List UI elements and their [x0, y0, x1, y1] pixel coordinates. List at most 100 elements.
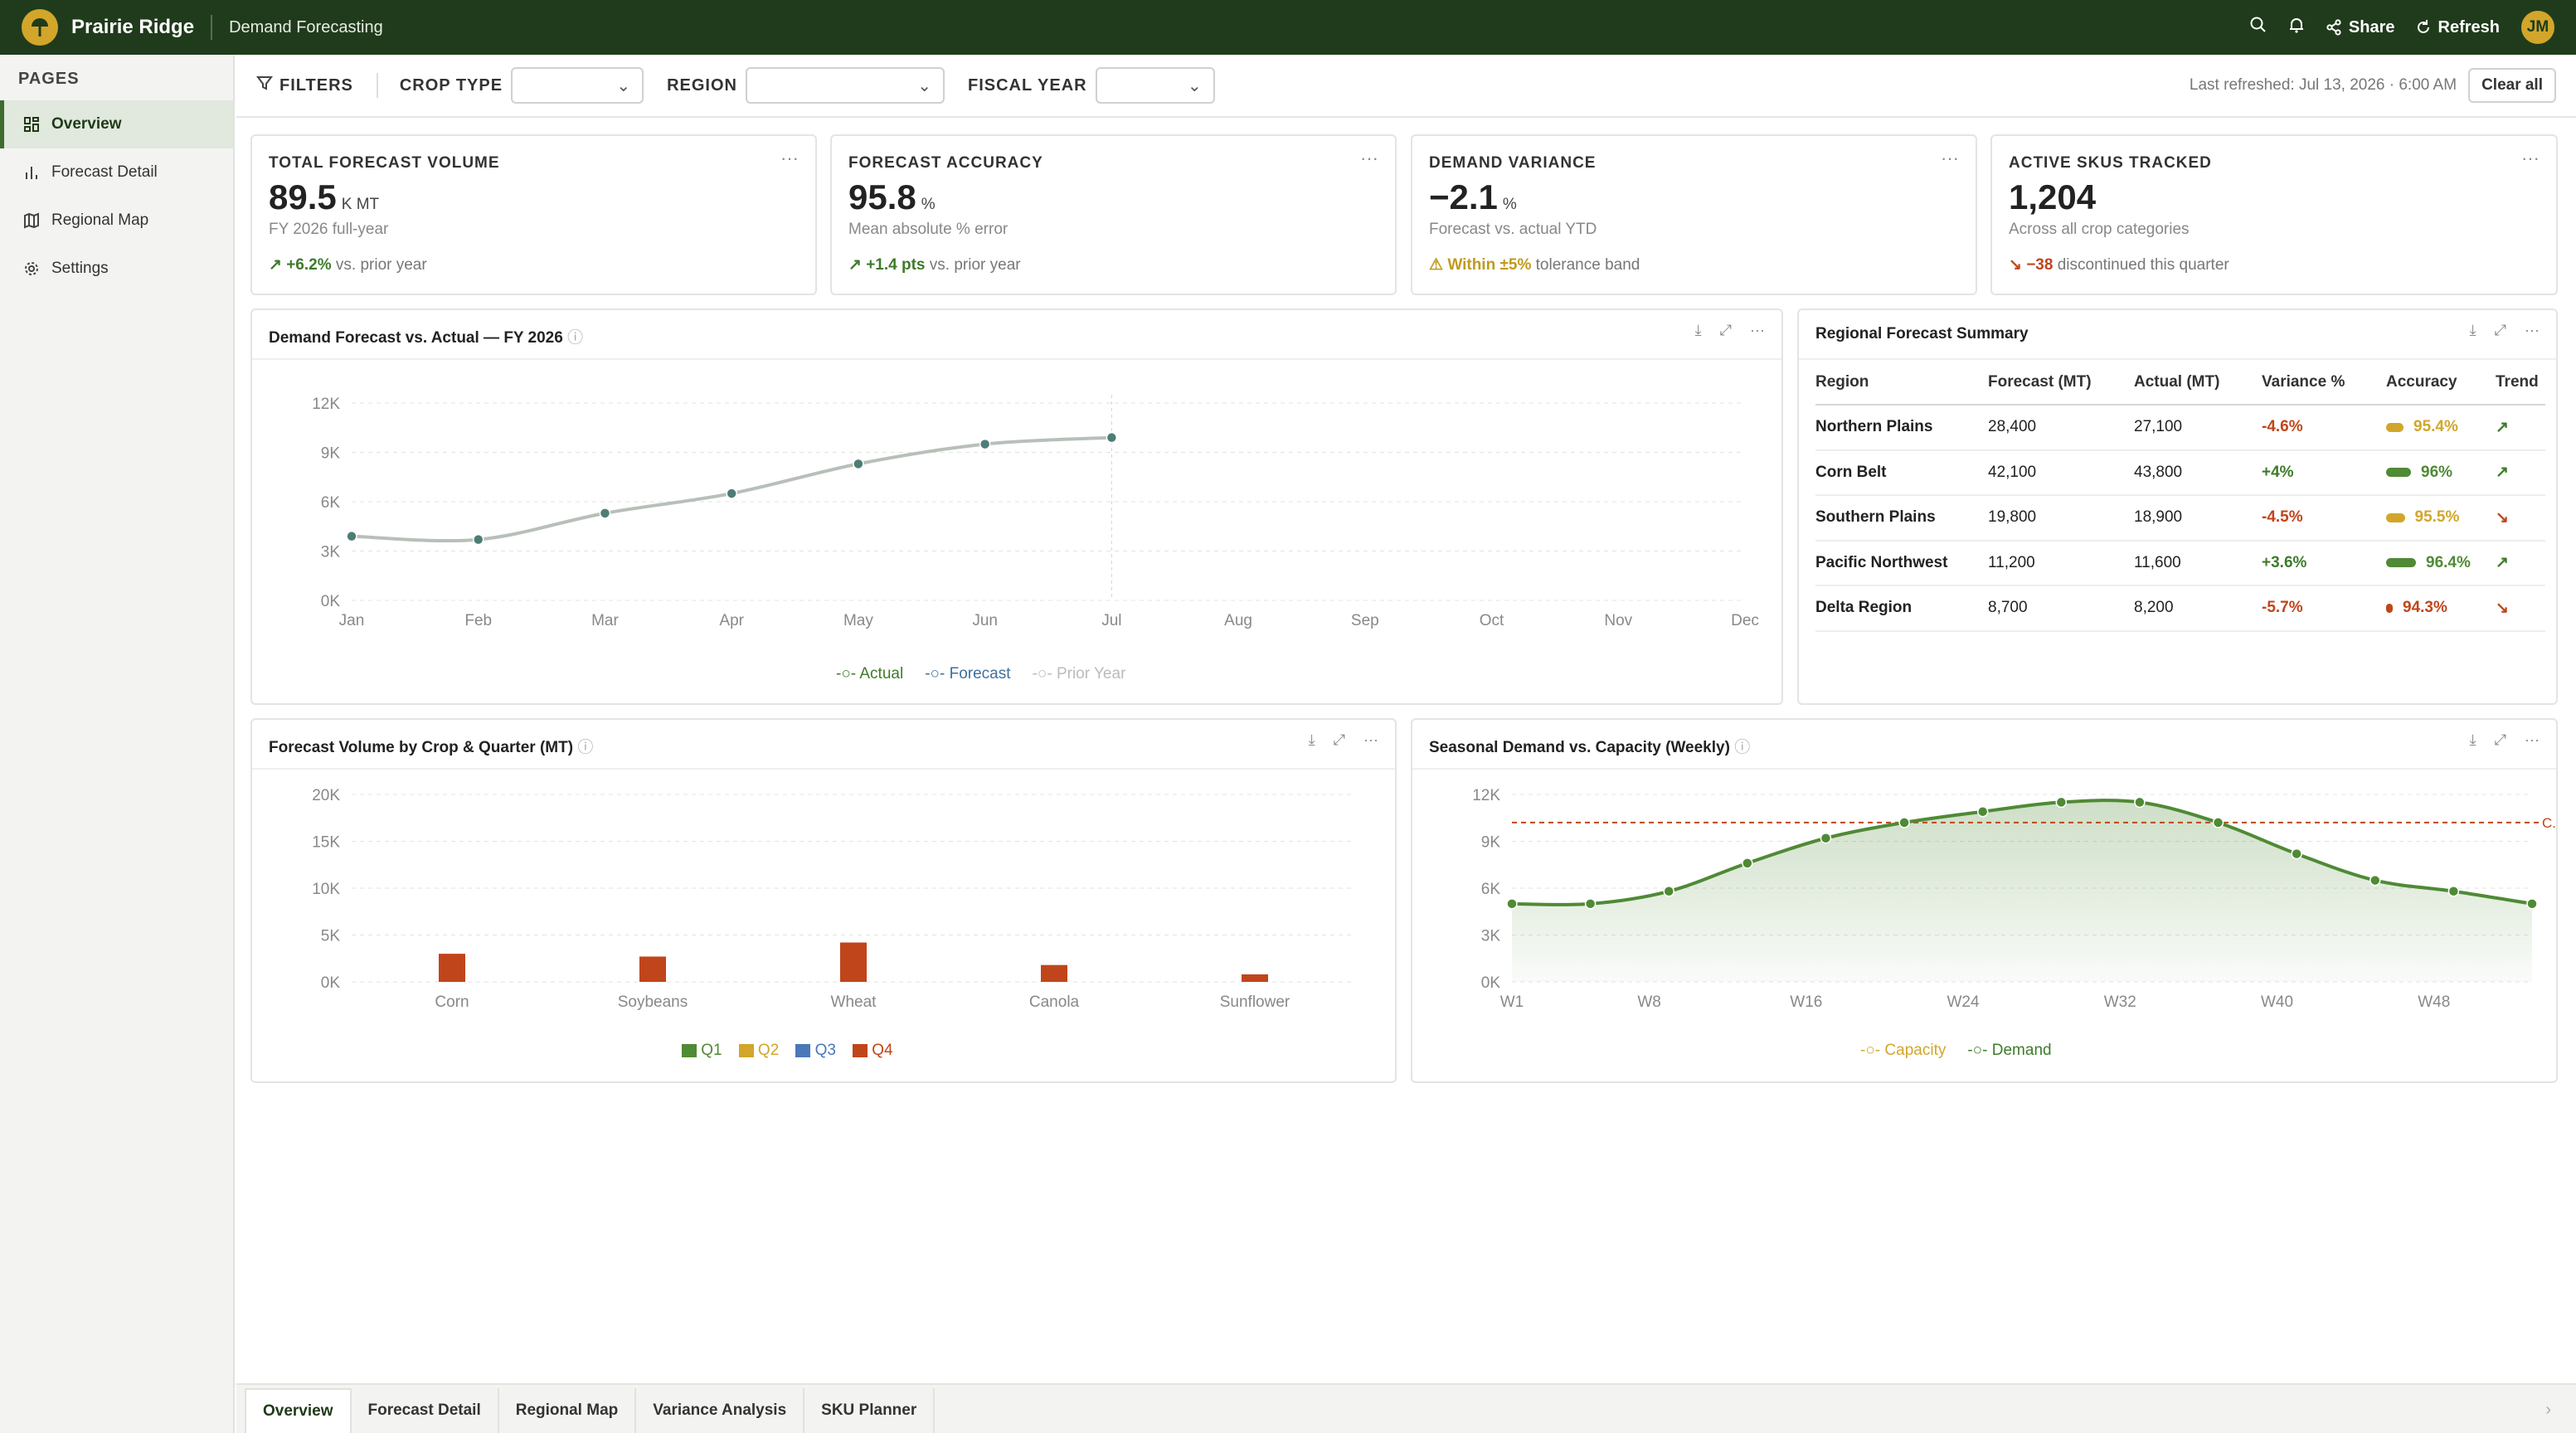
col-variance[interactable]: Variance %: [2262, 360, 2386, 406]
info-icon[interactable]: ⓘ: [1734, 739, 1750, 756]
fiscal-year-label: FISCAL YEAR: [967, 75, 1087, 95]
demand-point: [2134, 796, 2146, 809]
info-icon[interactable]: ⓘ: [577, 739, 593, 756]
x-tick-label: W1: [1500, 993, 1524, 1011]
sidebar-item-regional-map[interactable]: Regional Map: [0, 197, 233, 245]
cell-region: Northern Plains: [1815, 405, 1988, 451]
legend-item-q2[interactable]: Q2: [738, 1042, 779, 1060]
tab-variance-analysis[interactable]: Variance Analysis: [636, 1388, 805, 1433]
logo[interactable]: [22, 9, 58, 46]
y-tick-label: 0K: [321, 593, 341, 610]
cell-region: Corn Belt: [1815, 449, 1988, 496]
tab-regional-map[interactable]: Regional Map: [499, 1388, 637, 1433]
table-row[interactable]: Pacific Northwest 11,200 11,600 +3.6% 96.4% ↗: [1815, 540, 2545, 586]
cell-variance: +4%: [2262, 449, 2386, 496]
cell-actual: 11,600: [2134, 540, 2262, 586]
more-icon[interactable]: ···: [1941, 148, 1959, 169]
col-forecast[interactable]: Forecast (MT): [1988, 360, 2134, 406]
legend-item-forecast[interactable]: -○- Forecast: [925, 665, 1010, 683]
download-icon[interactable]: ⤓: [2470, 322, 2476, 339]
trend-down-icon: ↘: [2496, 585, 2545, 632]
trend-down-icon: ↘: [2009, 256, 2022, 274]
expand-icon[interactable]: ⤢: [2495, 322, 2506, 339]
col-actual[interactable]: Actual (MT): [2134, 360, 2262, 406]
sidebar-item-overview[interactable]: Overview: [0, 100, 233, 148]
download-icon[interactable]: ⤓: [1309, 731, 1315, 749]
regional-summary-panel: Regional Forecast Summary ⤓ ⤢ ··· Region F…: [1797, 308, 2558, 705]
legend-item-capacity[interactable]: -○- Capacity: [1860, 1042, 1946, 1060]
col-trend[interactable]: Trend: [2496, 360, 2545, 406]
cell-accuracy: 95.4%: [2386, 405, 2496, 451]
crop-type-select[interactable]: ⌄: [511, 67, 644, 104]
crop-type-label: CROP TYPE: [399, 75, 503, 95]
expand-icon[interactable]: ⤢: [1720, 322, 1732, 339]
tab-overview[interactable]: Overview: [245, 1388, 352, 1433]
more-icon[interactable]: ···: [2521, 148, 2540, 169]
table-row[interactable]: Southern Plains 19,800 18,900 -4.5% 95.5% ↘: [1815, 495, 2545, 542]
trend-value: −38: [2026, 256, 2054, 274]
x-tick-label: Feb: [464, 612, 492, 629]
bell-icon[interactable]: [2287, 16, 2306, 39]
x-tick-label: May: [843, 612, 873, 629]
kpi-subtitle: Mean absolute % error: [848, 221, 1009, 238]
legend-item-q1[interactable]: Q1: [682, 1042, 722, 1060]
chevron-right-icon[interactable]: ›: [2545, 1401, 2551, 1420]
region-select[interactable]: ⌄: [745, 67, 945, 104]
col-accuracy[interactable]: Accuracy: [2386, 360, 2496, 406]
legend-item-prior-year[interactable]: -○- Prior Year: [1033, 665, 1126, 683]
more-icon[interactable]: ···: [1363, 731, 1378, 749]
table-row[interactable]: Corn Belt 42,100 43,800 +4% 96% ↗: [1815, 449, 2545, 496]
tab-forecast-detail[interactable]: Forecast Detail: [352, 1388, 499, 1433]
kpi-unit: K MT: [341, 196, 380, 213]
clear-all-button[interactable]: Clear all: [2468, 68, 2556, 103]
download-icon[interactable]: ⤓: [2470, 731, 2476, 749]
share-button[interactable]: Share: [2326, 18, 2395, 37]
cell-accuracy: 95.5%: [2386, 495, 2496, 542]
sidebar-item-forecast-detail[interactable]: Forecast Detail: [0, 148, 233, 197]
legend-item-demand[interactable]: -○- Demand: [1967, 1042, 2051, 1060]
search-icon[interactable]: [2249, 16, 2267, 39]
sidebar-item-label: Overview: [51, 115, 122, 133]
trend-up-icon: ↗: [269, 256, 282, 274]
section-name: Demand Forecasting: [229, 17, 383, 36]
sidebar-item-settings[interactable]: Settings: [0, 245, 233, 293]
col-region[interactable]: Region: [1815, 360, 1988, 406]
cell-accuracy: 94.3%: [2386, 585, 2496, 632]
bar-q4: [1041, 964, 1067, 982]
table-row[interactable]: Northern Plains 28,400 27,100 -4.6% 95.4% ↗: [1815, 405, 2545, 451]
cell-region: Pacific Northwest: [1815, 540, 1988, 586]
legend-item-q4[interactable]: Q4: [852, 1042, 893, 1060]
y-tick-label: 9K: [1481, 834, 1501, 852]
demand-point: [1584, 898, 1597, 910]
panel-title: Seasonal Demand vs. Capacity (Weekly) ⓘ: [1429, 739, 1751, 756]
trend-value: Within ±5%: [1447, 256, 1532, 274]
legend-item-actual[interactable]: -○- Actual: [836, 665, 903, 683]
more-icon[interactable]: ···: [1360, 148, 1378, 169]
cell-forecast: 42,100: [1988, 449, 2134, 496]
refresh-icon: [2417, 20, 2429, 33]
fiscal-year-select[interactable]: ⌄: [1095, 67, 1215, 104]
table-row[interactable]: Delta Region 8,700 8,200 -5.7% 94.3% ↘: [1815, 585, 2545, 632]
avatar[interactable]: JM: [2520, 9, 2556, 46]
accuracy-bar: [2386, 468, 2411, 478]
cell-forecast: 28,400: [1988, 405, 2134, 451]
x-tick-label: W8: [1637, 993, 1661, 1011]
info-icon[interactable]: ⓘ: [567, 329, 583, 347]
tab-sku-planner[interactable]: SKU Planner: [804, 1388, 936, 1433]
more-icon[interactable]: ···: [1750, 322, 1765, 339]
expand-icon[interactable]: ⤢: [1334, 731, 1345, 749]
more-icon[interactable]: ···: [780, 148, 799, 169]
refresh-button[interactable]: Refresh: [2415, 18, 2500, 37]
kpi-title: ACTIVE SKUS TRACKED: [2009, 154, 2212, 172]
share-label: Share: [2348, 17, 2395, 36]
kpi-card-active-skus: ACTIVE SKUS TRACKED ··· 1,204 Across all…: [1990, 134, 2558, 295]
panel-title: Demand Forecast vs. Actual — FY 2026 ⓘ: [269, 329, 584, 347]
more-icon[interactable]: ···: [2525, 322, 2540, 339]
legend-item-q3[interactable]: Q3: [795, 1042, 836, 1060]
expand-icon[interactable]: ⤢: [2495, 731, 2506, 749]
x-tick-label: W40: [2261, 993, 2293, 1011]
download-icon[interactable]: ⤓: [1695, 322, 1702, 339]
bottom-tabs: Overview Forecast Detail Regional Map Va…: [236, 1383, 2576, 1433]
x-tick-label: Apr: [719, 612, 744, 629]
more-icon[interactable]: ···: [2525, 731, 2540, 749]
